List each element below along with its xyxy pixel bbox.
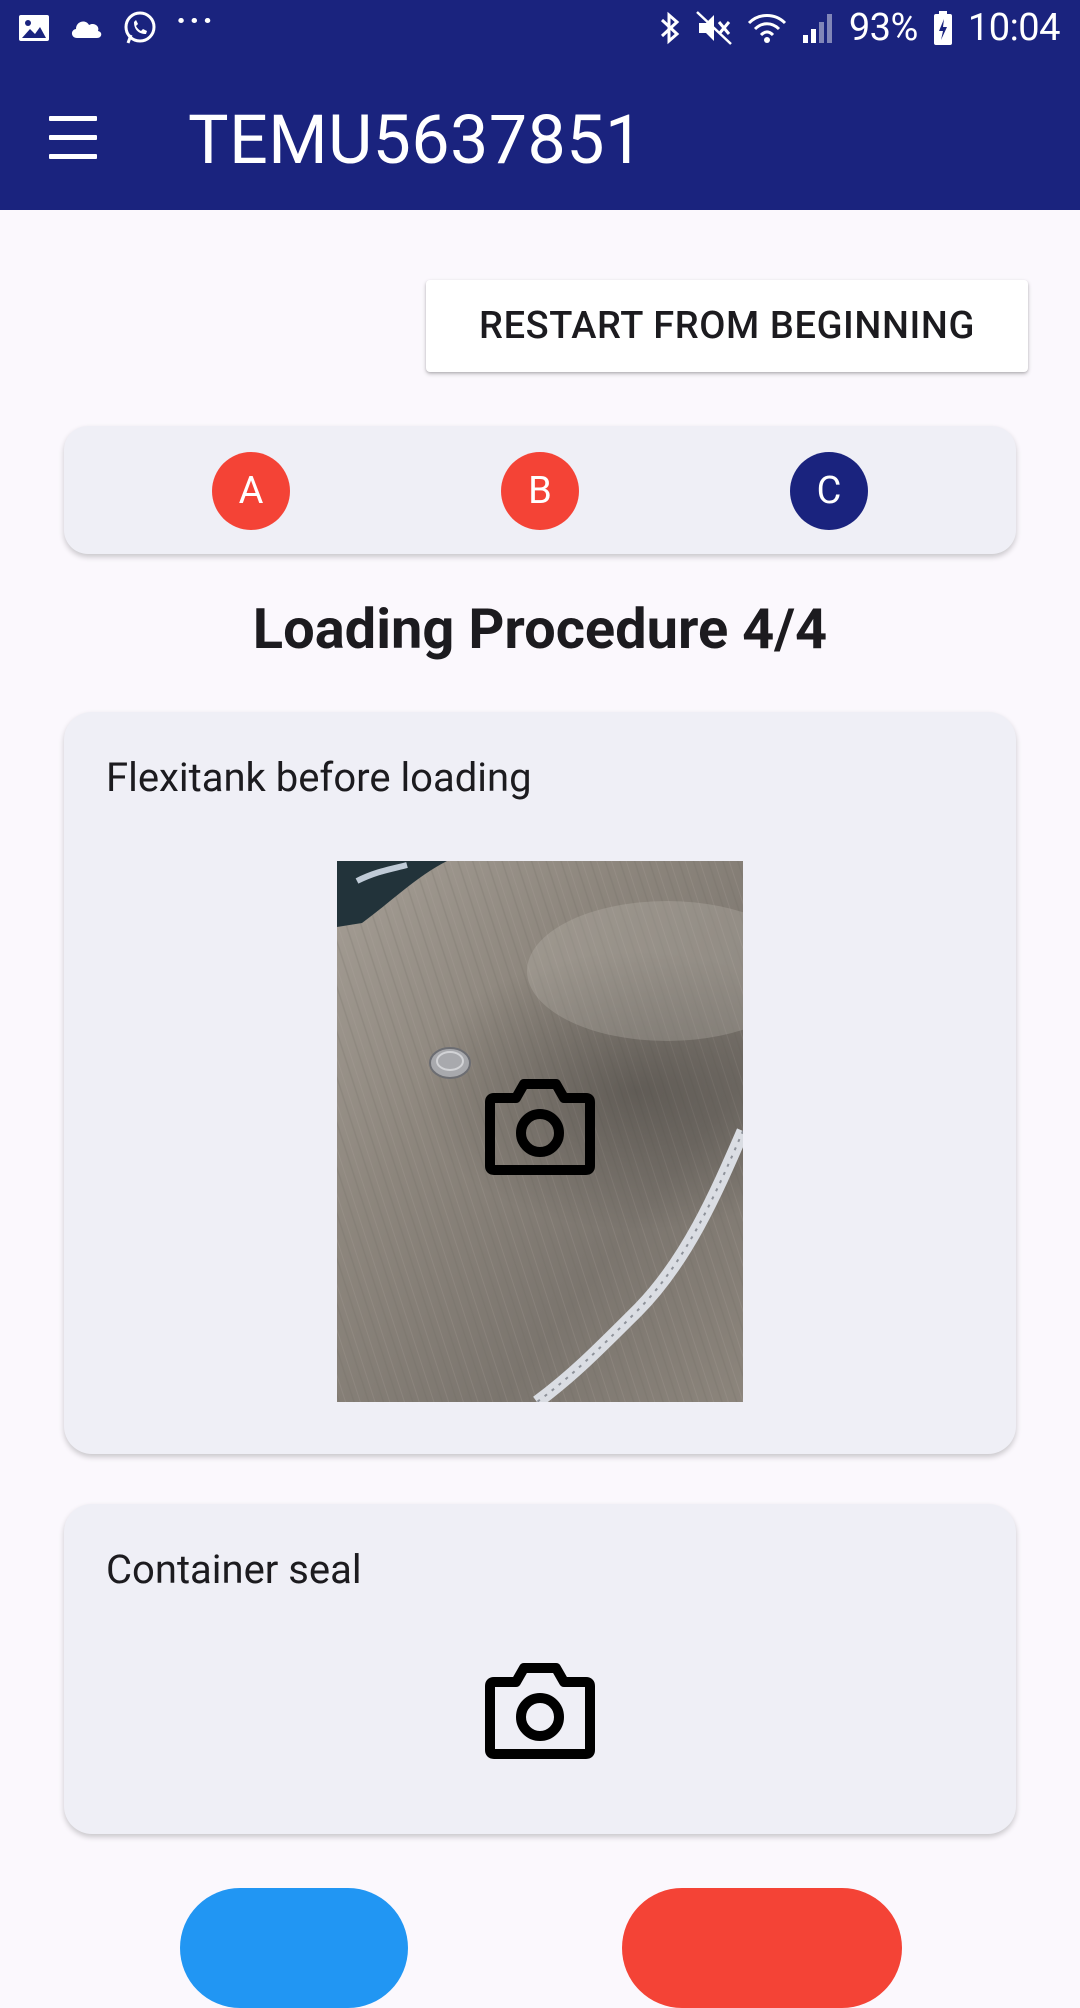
step-b-button[interactable]: B — [501, 452, 579, 530]
flexitank-photo[interactable] — [337, 861, 743, 1402]
status-left-icons: ··· — [18, 1, 216, 46]
app-bar: TEMU5637851 — [0, 64, 1080, 210]
cloud-icon — [71, 21, 102, 38]
stepper: A B C — [64, 426, 1016, 554]
menu-button[interactable] — [40, 114, 106, 164]
status-right-icons: 93% 10:04 — [659, 6, 1061, 50]
gallery-icon — [19, 15, 49, 41]
wifi-icon — [747, 14, 786, 43]
page-title: TEMU5637851 — [188, 100, 644, 180]
battery-percent: 93% — [848, 6, 919, 50]
bottom-button-red[interactable] — [622, 1888, 902, 2008]
photo-card-label: Flexitank before loading — [106, 754, 532, 801]
procedure-title: Loading Procedure 4/4 — [252, 596, 828, 662]
more-dots-icon: ··· — [176, 1, 216, 41]
battery-charging-icon — [933, 11, 952, 45]
signal-icon — [802, 14, 832, 43]
step-c-button[interactable]: C — [790, 452, 868, 530]
bottom-button-blue[interactable] — [180, 1888, 408, 2008]
photo-card-container-seal: Container seal — [64, 1504, 1016, 1834]
camera-icon — [485, 1079, 595, 1175]
camera-icon[interactable] — [484, 1660, 596, 1760]
mute-icon — [695, 11, 732, 45]
status-bar: ··· 93% 10:04 — [0, 0, 1080, 64]
clock: 10:04 — [967, 6, 1061, 50]
whatsapp-icon — [124, 11, 156, 44]
step-a-button[interactable]: A — [212, 452, 290, 530]
photo-card-label: Container seal — [106, 1546, 362, 1593]
photo-card-flexitank: Flexitank before loading — [64, 712, 1016, 1454]
bluetooth-icon — [660, 11, 680, 45]
restart-button[interactable]: RESTART FROM BEGINNING — [426, 280, 1028, 372]
